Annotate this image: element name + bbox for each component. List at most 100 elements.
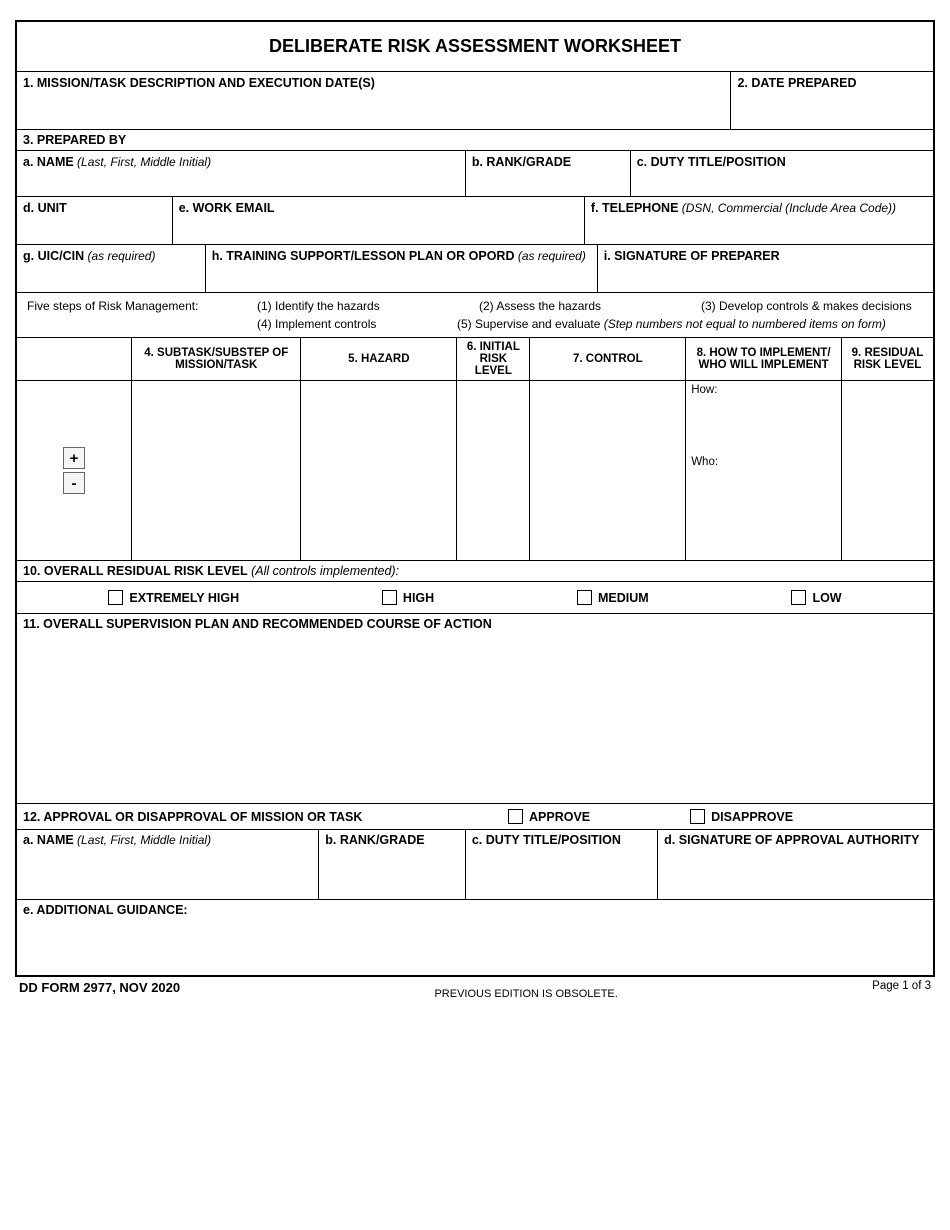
field-uic-cin[interactable]: g. UIC/CIN (as required)	[17, 245, 206, 293]
label-12c: c. DUTY TITLE/POSITION	[472, 833, 621, 847]
sec12-header: 12. APPROVAL OR DISAPPROVAL OF MISSION O…	[17, 804, 933, 830]
form-container: DELIBERATE RISK ASSESSMENT WORKSHEET 1. …	[15, 20, 935, 977]
step-5a: (5) Supervise and evaluate	[457, 317, 604, 331]
field-supervision-plan[interactable]: 11. OVERALL SUPERVISION PLAN AND RECOMME…	[17, 614, 933, 804]
field-12c-duty[interactable]: c. DUTY TITLE/POSITION	[466, 830, 658, 900]
field-12a-name[interactable]: a. NAME (Last, First, Middle Initial)	[17, 830, 319, 900]
field-12b-rank[interactable]: b. RANK/GRADE	[319, 830, 466, 900]
option-medium: MEDIUM	[577, 590, 649, 605]
field-unit[interactable]: d. UNIT	[17, 197, 173, 245]
field-12d-signature[interactable]: d. SIGNATURE OF APPROVAL AUTHORITY	[658, 830, 933, 900]
checkbox-low[interactable]	[791, 590, 806, 605]
row-3abc: a. NAME (Last, First, Middle Initial) b.…	[17, 151, 933, 197]
field-name[interactable]: a. NAME (Last, First, Middle Initial)	[17, 151, 466, 197]
header-control: 7. CONTROL	[530, 338, 686, 381]
step-2: (2) Assess the hazards	[479, 299, 701, 313]
label-sec3: 3. PREPARED BY	[17, 130, 933, 151]
label-3c: c. DUTY TITLE/POSITION	[637, 155, 786, 169]
label-l: LOW	[812, 591, 841, 605]
risk-level-options: EXTREMELY HIGH HIGH MEDIUM LOW	[17, 582, 933, 614]
label-sec11: 11. OVERALL SUPERVISION PLAN AND RECOMME…	[23, 617, 492, 631]
label-12b: b. RANK/GRADE	[325, 833, 424, 847]
cell-hazard[interactable]	[301, 381, 457, 561]
step-4: (4) Implement controls	[257, 317, 457, 331]
label-3d: d. UNIT	[23, 201, 67, 215]
header-implement: 8. HOW TO IMPLEMENT/ WHO WILL IMPLEMENT	[686, 338, 842, 381]
cell-subtask[interactable]	[132, 381, 301, 561]
label-12a-bold: a. NAME	[23, 833, 74, 847]
label-3f-italic: (DSN, Commercial (Include Area Code))	[678, 201, 896, 215]
label-3a-italic: (Last, First, Middle Initial)	[74, 155, 211, 169]
add-row-button[interactable]: +	[63, 447, 85, 469]
checkbox-approve[interactable]	[508, 809, 523, 824]
label-eh: EXTREMELY HIGH	[129, 591, 239, 605]
field-mission-task[interactable]: 1. MISSION/TASK DESCRIPTION AND EXECUTIO…	[17, 72, 731, 130]
checkbox-medium[interactable]	[577, 590, 592, 605]
checkbox-extremely-high[interactable]	[108, 590, 123, 605]
label-3b: b. RANK/GRADE	[472, 155, 571, 169]
label-sec2: 2. DATE PREPARED	[737, 76, 856, 90]
label-3f-bold: f. TELEPHONE	[591, 201, 679, 215]
five-steps: Five steps of Risk Management: (1) Ident…	[17, 293, 933, 338]
label-12d: d. SIGNATURE OF APPROVAL AUTHORITY	[664, 833, 919, 847]
option-approve: APPROVE	[508, 809, 590, 824]
remove-row-button[interactable]: -	[63, 472, 85, 494]
label-3e: e. WORK EMAIL	[179, 201, 275, 215]
row-3def: d. UNIT e. WORK EMAIL f. TELEPHONE (DSN,…	[17, 197, 933, 245]
table-row: + - How: Who:	[17, 381, 933, 561]
footer-form-number: DD FORM 2977, NOV 2020	[19, 980, 180, 995]
label-12a-italic: (Last, First, Middle Initial)	[74, 833, 211, 847]
cell-implement[interactable]: How: Who:	[686, 381, 842, 561]
sec12-grid: a. NAME (Last, First, Middle Initial) b.…	[17, 830, 933, 900]
hazard-table: 4. SUBTASK/SUBSTEP OF MISSION/TASK 5. HA…	[17, 338, 933, 561]
label-approve: APPROVE	[529, 810, 590, 824]
label-3g-bold: g. UIC/CIN	[23, 249, 84, 263]
form-title: DELIBERATE RISK ASSESSMENT WORKSHEET	[17, 22, 933, 72]
cell-initial-risk[interactable]	[457, 381, 530, 561]
label-3h-bold: h. TRAINING SUPPORT/LESSON PLAN OR OPORD	[212, 249, 515, 263]
footer-page-number: Page 1 of 3	[872, 980, 931, 992]
label-sec12: 12. APPROVAL OR DISAPPROVAL OF MISSION O…	[23, 810, 443, 824]
row-1-2: 1. MISSION/TASK DESCRIPTION AND EXECUTIO…	[17, 72, 933, 130]
label-3g-italic: (as required)	[84, 249, 155, 263]
cell-plusminus: + -	[17, 381, 132, 561]
option-extremely-high: EXTREMELY HIGH	[108, 590, 239, 605]
footer-obsolete-note: PREVIOUS EDITION IS OBSOLETE.	[434, 988, 617, 1000]
cell-residual-risk[interactable]	[841, 381, 933, 561]
label-h: HIGH	[403, 591, 434, 605]
checkbox-disapprove[interactable]	[690, 809, 705, 824]
header-initial-risk: 6. INITIAL RISK LEVEL	[457, 338, 530, 381]
field-duty-title[interactable]: c. DUTY TITLE/POSITION	[631, 151, 933, 197]
header-blank	[17, 338, 132, 381]
footer: DD FORM 2977, NOV 2020 PREVIOUS EDITION …	[15, 980, 935, 1000]
step-5: (5) Supervise and evaluate (Step numbers…	[457, 317, 923, 331]
label-m: MEDIUM	[598, 591, 649, 605]
steps-intro: Five steps of Risk Management:	[27, 299, 257, 313]
label-how: How:	[691, 384, 836, 396]
step-5b: (Step numbers not equal to numbered item…	[604, 317, 886, 331]
label-12e: e. ADDITIONAL GUIDANCE:	[23, 903, 188, 917]
field-signature-preparer[interactable]: i. SIGNATURE OF PREPARER	[598, 245, 933, 293]
label-sec10-bold: 10. OVERALL RESIDUAL RISK LEVEL	[23, 564, 248, 578]
step-3: (3) Develop controls & makes decisions	[701, 299, 923, 313]
row-3ghi: g. UIC/CIN (as required) h. TRAINING SUP…	[17, 245, 933, 293]
checkbox-high[interactable]	[382, 590, 397, 605]
field-training-support[interactable]: h. TRAINING SUPPORT/LESSON PLAN OR OPORD…	[206, 245, 598, 293]
step-1: (1) Identify the hazards	[257, 299, 479, 313]
label-sec10-italic: (All controls implemented):	[248, 564, 399, 578]
field-telephone[interactable]: f. TELEPHONE (DSN, Commercial (Include A…	[585, 197, 933, 245]
label-3h-italic: (as required)	[514, 249, 585, 263]
field-12e-guidance[interactable]: e. ADDITIONAL GUIDANCE:	[17, 900, 933, 975]
label-3a-bold: a. NAME	[23, 155, 74, 169]
label-sec1: 1. MISSION/TASK DESCRIPTION AND EXECUTIO…	[23, 76, 375, 90]
field-rank[interactable]: b. RANK/GRADE	[466, 151, 631, 197]
label-3i: i. SIGNATURE OF PREPARER	[604, 249, 780, 263]
cell-control[interactable]	[530, 381, 686, 561]
label-who: Who:	[691, 456, 836, 468]
option-high: HIGH	[382, 590, 434, 605]
label-disapprove: DISAPPROVE	[711, 810, 793, 824]
header-hazard: 5. HAZARD	[301, 338, 457, 381]
label-sec10: 10. OVERALL RESIDUAL RISK LEVEL (All con…	[17, 561, 933, 582]
field-work-email[interactable]: e. WORK EMAIL	[173, 197, 585, 245]
field-date-prepared[interactable]: 2. DATE PREPARED	[731, 72, 933, 130]
